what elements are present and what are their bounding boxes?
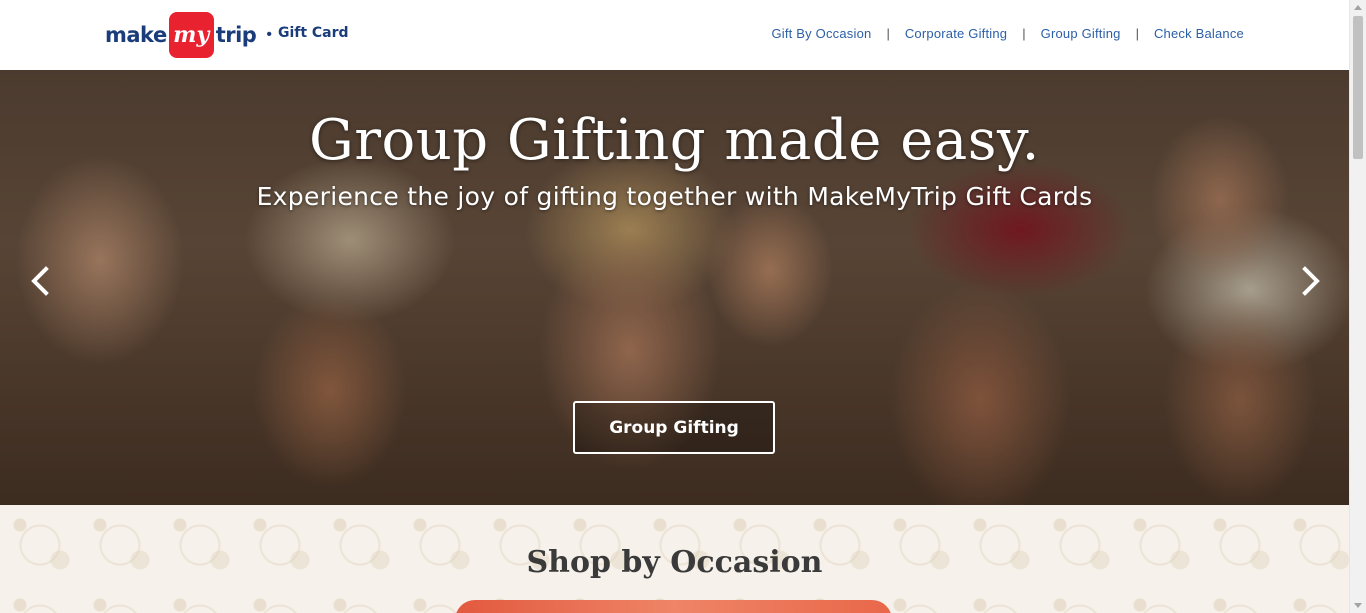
- logo-trip-text: trip: [215, 23, 257, 47]
- group-gifting-button[interactable]: Group Gifting: [573, 401, 775, 454]
- nav-separator: |: [886, 26, 890, 41]
- section-title: Shop by Occasion: [526, 545, 823, 580]
- logo-dot: •: [266, 26, 272, 43]
- chevron-right-icon[interactable]: [1299, 266, 1323, 296]
- scrollbar-thumb[interactable]: [1353, 16, 1363, 159]
- page-scrollbar[interactable]: [1349, 0, 1366, 613]
- nav-separator: |: [1135, 26, 1139, 41]
- logo-product-label: Gift Card: [277, 25, 349, 41]
- occasion-card[interactable]: [455, 600, 892, 613]
- nav-corporate-gifting[interactable]: Corporate Gifting: [905, 26, 1007, 41]
- top-nav: Gift By Occasion | Corporate Gifting | G…: [771, 26, 1244, 41]
- scroll-up-icon[interactable]: [1354, 5, 1362, 10]
- nav-separator: |: [1022, 26, 1026, 41]
- nav-gift-by-occasion[interactable]: Gift By Occasion: [771, 26, 871, 41]
- shop-by-occasion-section: Shop by Occasion: [0, 505, 1349, 613]
- logo-my-badge: my: [168, 12, 214, 58]
- hero-carousel: Group Gifting made easy. Experience the …: [0, 70, 1349, 505]
- nav-group-gifting[interactable]: Group Gifting: [1041, 26, 1121, 41]
- scroll-down-icon[interactable]: [1354, 603, 1362, 608]
- hero-title: Group Gifting made easy.: [309, 108, 1040, 173]
- hero-subtitle: Experience the joy of gifting together w…: [256, 182, 1093, 211]
- nav-check-balance[interactable]: Check Balance: [1154, 26, 1244, 41]
- site-header: make my trip • Gift Card Gift By Occasio…: [0, 0, 1349, 70]
- logo-make-text: make: [105, 23, 167, 47]
- chevron-left-icon[interactable]: [28, 266, 52, 296]
- makemytrip-gift-card-logo[interactable]: make my trip • Gift Card: [105, 12, 349, 58]
